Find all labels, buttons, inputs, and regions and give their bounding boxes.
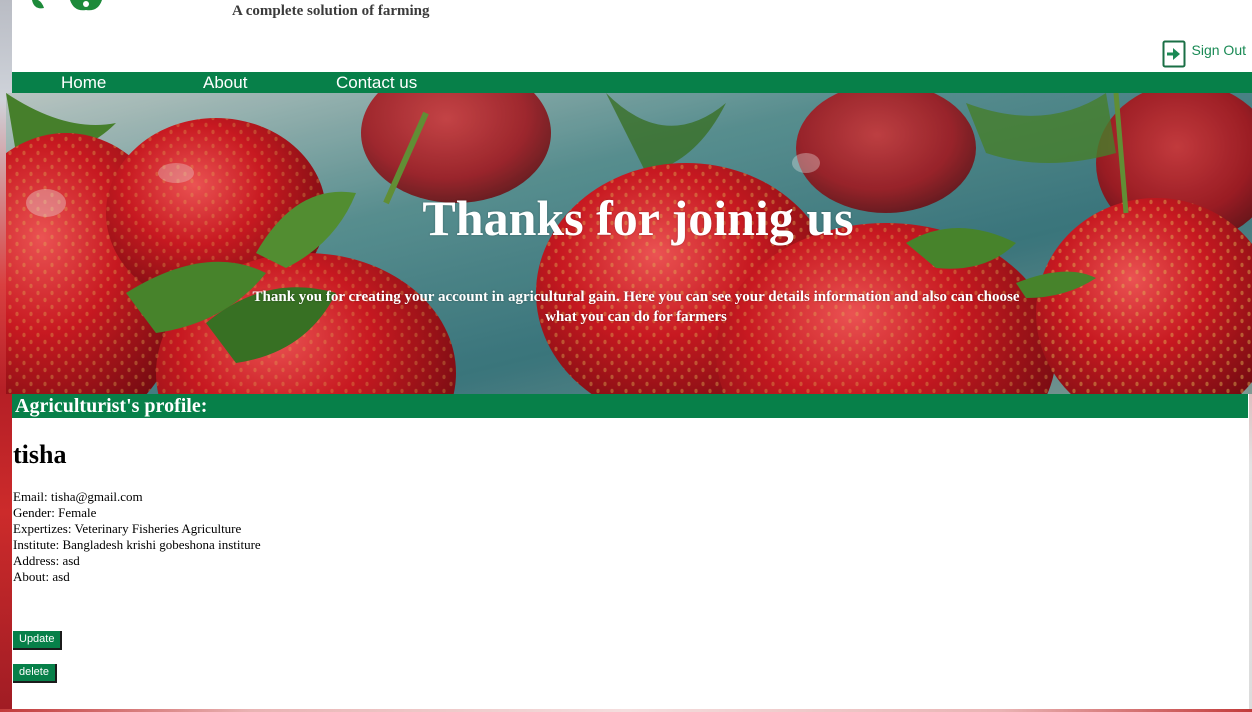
profile-section-header: Agriculturist's profile: xyxy=(12,394,1248,418)
hero-title: Thanks for joinig us xyxy=(422,190,854,246)
nav-home[interactable]: Home xyxy=(61,72,106,93)
sign-out-label: Sign Out xyxy=(1191,42,1246,58)
detail-expertizes: Expertizes: Veterinary Fisheries Agricul… xyxy=(13,521,242,536)
detail-gender: Gender: Female xyxy=(13,505,97,520)
sign-out-icon xyxy=(1162,40,1186,68)
profile-section-title: Agriculturist's profile: xyxy=(15,395,208,417)
hero-banner: Thanks for joinig us Thank you for creat… xyxy=(6,93,1252,394)
nav-contact-us[interactable]: Contact us xyxy=(336,72,417,93)
logo-leaf-icon xyxy=(32,0,102,11)
site-tagline: A complete solution of farming xyxy=(232,3,430,19)
main-navbar: Home About Contact us xyxy=(12,72,1252,93)
profile-details: Email: tisha@gmail.com Gender: Female Ex… xyxy=(13,489,261,585)
nav-about[interactable]: About xyxy=(203,72,247,93)
detail-email: Email: tisha@gmail.com xyxy=(13,489,143,504)
detail-about: About: asd xyxy=(13,569,70,584)
hero-subtitle: Thank you for creating your account in a… xyxy=(252,289,1020,325)
page: A complete solution of farming Sign Out … xyxy=(0,0,1252,712)
detail-address: Address: asd xyxy=(13,553,80,568)
profile-name: tisha xyxy=(13,440,67,469)
sign-out-button[interactable]: Sign Out xyxy=(1162,40,1246,68)
detail-institute: Institute: Bangladesh krishi gobeshona i… xyxy=(13,537,261,552)
delete-button[interactable]: delete xyxy=(13,664,57,683)
update-button[interactable]: Update xyxy=(13,631,63,650)
